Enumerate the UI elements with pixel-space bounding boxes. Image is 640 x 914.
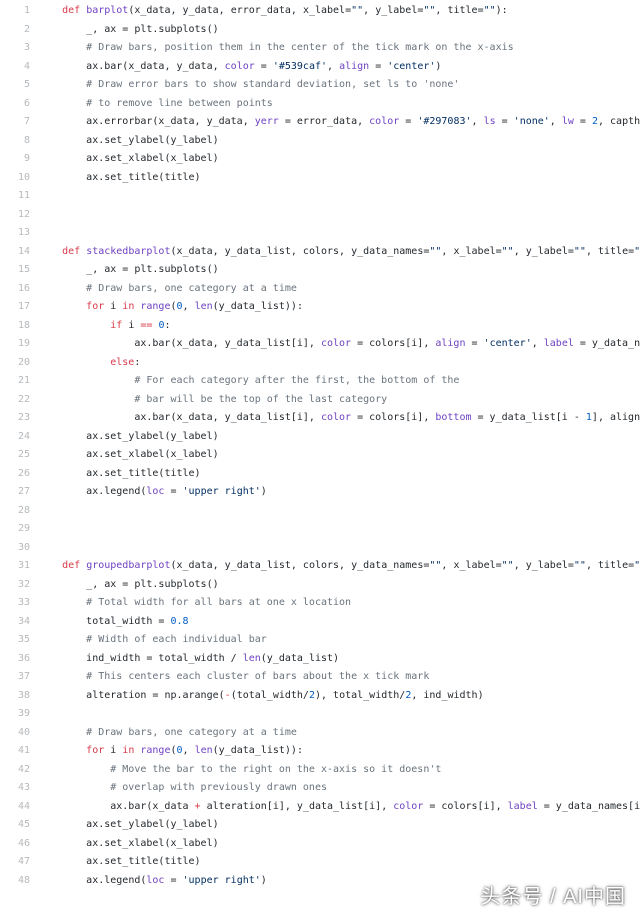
line-number: 44: [0, 798, 30, 817]
line-number: 22: [0, 391, 30, 410]
code-line: # Draw bars, one category at a time: [38, 724, 640, 743]
line-number: 45: [0, 816, 30, 835]
line-number: 41: [0, 742, 30, 761]
line-number: 13: [0, 224, 30, 243]
code-line: # For each category after the first, the…: [38, 372, 640, 391]
code-editor: 1234567891011121314151617181920212223242…: [0, 0, 640, 892]
code-line: ax.set_xlabel(x_label): [38, 835, 640, 854]
line-number: 19: [0, 335, 30, 354]
line-number: 4: [0, 58, 30, 77]
line-number: 42: [0, 761, 30, 780]
code-line: ax.set_xlabel(x_label): [38, 446, 640, 465]
code-line: _, ax = plt.subplots(): [38, 261, 640, 280]
line-number: 21: [0, 372, 30, 391]
line-number: 28: [0, 502, 30, 521]
line-number: 17: [0, 298, 30, 317]
line-number: 26: [0, 465, 30, 484]
code-line: ind_width = total_width / len(y_data_lis…: [38, 650, 640, 669]
code-line: _, ax = plt.subplots(): [38, 21, 640, 40]
code-line: [38, 520, 640, 539]
line-number: 35: [0, 631, 30, 650]
line-number: 23: [0, 409, 30, 428]
line-number: 31: [0, 557, 30, 576]
code-line: ax.bar(x_data + alteration[i], y_data_li…: [38, 798, 640, 817]
line-number: 27: [0, 483, 30, 502]
code-line: [38, 224, 640, 243]
line-number: 6: [0, 95, 30, 114]
code-line: ax.set_title(title): [38, 853, 640, 872]
line-number: 20: [0, 354, 30, 373]
line-number: 46: [0, 835, 30, 854]
line-number: 38: [0, 687, 30, 706]
line-number: 30: [0, 539, 30, 558]
code-line: ax.set_ylabel(y_label): [38, 816, 640, 835]
code-line: ax.set_title(title): [38, 465, 640, 484]
code-line: _, ax = plt.subplots(): [38, 576, 640, 595]
line-number: 48: [0, 872, 30, 891]
line-number: 32: [0, 576, 30, 595]
line-number: 15: [0, 261, 30, 280]
line-number: 7: [0, 113, 30, 132]
code-line: [38, 705, 640, 724]
code-line: ax.bar(x_data, y_data, color = '#539caf'…: [38, 58, 640, 77]
line-number: 37: [0, 668, 30, 687]
code-line: # Total width for all bars at one x loca…: [38, 594, 640, 613]
code-line: if i == 0:: [38, 317, 640, 336]
code-line: [38, 502, 640, 521]
code-line: ax.legend(loc = 'upper right'): [38, 483, 640, 502]
line-number: 12: [0, 206, 30, 225]
line-number: 47: [0, 853, 30, 872]
line-number: 1: [0, 2, 30, 21]
watermark: 头条号 / AI中国: [480, 888, 626, 907]
code-line: [38, 539, 640, 558]
code-line: # This centers each cluster of bars abou…: [38, 668, 640, 687]
code-line: else:: [38, 354, 640, 373]
line-number-gutter: 1234567891011121314151617181920212223242…: [0, 0, 38, 892]
line-number: 18: [0, 317, 30, 336]
code-line: def stackedbarplot(x_data, y_data_list, …: [38, 243, 640, 262]
code-line: def barplot(x_data, y_data, error_data, …: [38, 2, 640, 21]
line-number: 36: [0, 650, 30, 669]
code-line: # Draw bars, one category at a time: [38, 280, 640, 299]
line-number: 40: [0, 724, 30, 743]
code-line: ax.errorbar(x_data, y_data, yerr = error…: [38, 113, 640, 132]
line-number: 5: [0, 76, 30, 95]
code-line: ax.bar(x_data, y_data_list[i], color = c…: [38, 409, 640, 428]
line-number: 25: [0, 446, 30, 465]
line-number: 29: [0, 520, 30, 539]
code-line: # to remove line between points: [38, 95, 640, 114]
line-number: 43: [0, 779, 30, 798]
line-number: 9: [0, 150, 30, 169]
line-number: 16: [0, 280, 30, 299]
code-line: alteration = np.arange(-(total_width/2),…: [38, 687, 640, 706]
line-number: 8: [0, 132, 30, 151]
code-line: [38, 187, 640, 206]
line-number: 3: [0, 39, 30, 58]
code-line: ax.set_xlabel(x_label): [38, 150, 640, 169]
line-number: 11: [0, 187, 30, 206]
code-line: ax.bar(x_data, y_data_list[i], color = c…: [38, 335, 640, 354]
code-line: # Width of each individual bar: [38, 631, 640, 650]
code-line: # overlap with previously drawn ones: [38, 779, 640, 798]
line-number: 2: [0, 21, 30, 40]
code-content: def barplot(x_data, y_data, error_data, …: [38, 0, 640, 892]
code-line: def groupedbarplot(x_data, y_data_list, …: [38, 557, 640, 576]
code-line: for i in range(0, len(y_data_list)):: [38, 298, 640, 317]
line-number: 33: [0, 594, 30, 613]
code-line: ax.set_title(title): [38, 169, 640, 188]
line-number: 14: [0, 243, 30, 262]
code-line: # bar will be the top of the last catego…: [38, 391, 640, 410]
line-number: 10: [0, 169, 30, 188]
code-line: ax.set_ylabel(y_label): [38, 428, 640, 447]
code-line: # Move the bar to the right on the x-axi…: [38, 761, 640, 780]
code-line: ax.set_ylabel(y_label): [38, 132, 640, 151]
line-number: 24: [0, 428, 30, 447]
line-number: 39: [0, 705, 30, 724]
code-line: [38, 206, 640, 225]
code-line: total_width = 0.8: [38, 613, 640, 632]
code-line: # Draw bars, position them in the center…: [38, 39, 640, 58]
code-line: # Draw error bars to show standard devia…: [38, 76, 640, 95]
code-line: for i in range(0, len(y_data_list)):: [38, 742, 640, 761]
line-number: 34: [0, 613, 30, 632]
